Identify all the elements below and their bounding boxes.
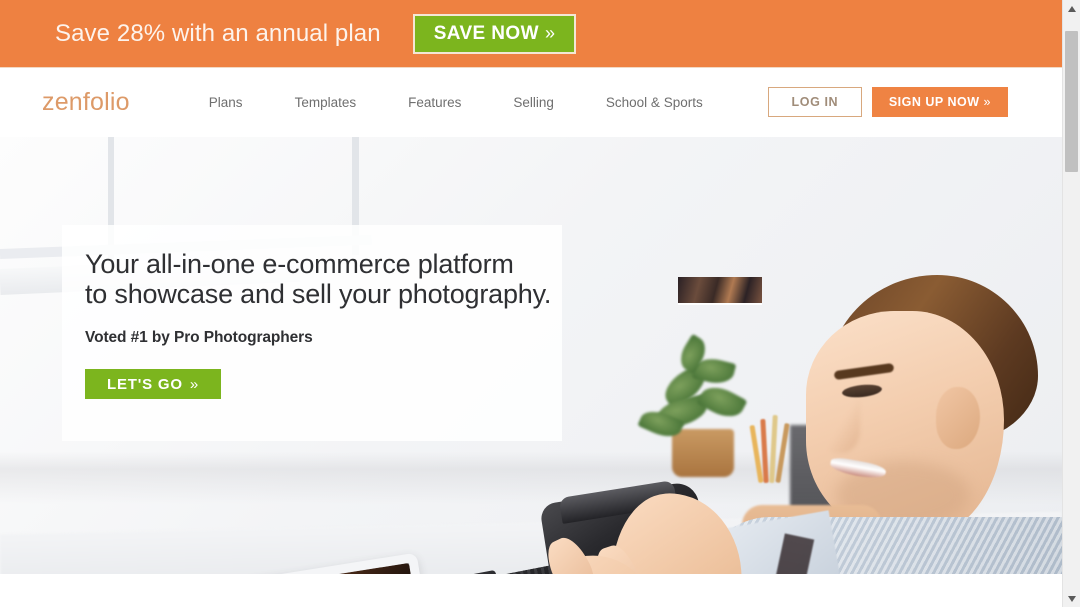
promo-banner-inner: Save 28% with an annual plan SAVE NOW »: [55, 13, 577, 54]
scrollbar-thumb[interactable]: [1065, 31, 1078, 172]
lets-go-label: LET'S GO: [107, 375, 183, 393]
nav-item-selling[interactable]: Selling: [487, 95, 580, 110]
nav-links: Plans Templates Features Selling School …: [183, 95, 729, 110]
nav-item-plans[interactable]: Plans: [183, 95, 269, 110]
chevron-right-icon: »: [544, 23, 556, 43]
log-in-button[interactable]: LOG IN: [767, 87, 862, 117]
browser-viewport: Save 28% with an annual plan SAVE NOW » …: [0, 0, 1080, 607]
scroll-up-button[interactable]: [1063, 0, 1080, 17]
nav-actions: LOG IN SIGN UP NOW »: [767, 87, 1008, 117]
scrollbar-track[interactable]: [1063, 17, 1080, 590]
promo-banner: Save 28% with an annual plan SAVE NOW »: [0, 0, 1062, 68]
hero-headline: Your all-in-one e-commerce platform to s…: [85, 249, 552, 309]
nose: [816, 395, 860, 453]
nav-item-templates[interactable]: Templates: [269, 95, 383, 110]
zenfolio-logo[interactable]: zenfolio: [42, 88, 130, 117]
hero-section: CHRIS PHOTOGRAPHY Your all-in-one e-comm…: [0, 137, 1062, 574]
chevron-right-icon: »: [983, 95, 991, 109]
scroll-down-button[interactable]: [1063, 590, 1080, 607]
save-now-label: SAVE NOW: [433, 22, 539, 44]
hero-content: Your all-in-one e-commerce platform to s…: [85, 249, 605, 399]
triangle-up-icon: [1067, 5, 1076, 12]
nav-item-features[interactable]: Features: [382, 95, 487, 110]
nav-item-school-and-sports[interactable]: School & Sports: [580, 95, 729, 110]
main-navbar: zenfolio Plans Templates Features Sellin…: [0, 68, 1062, 137]
save-now-button[interactable]: SAVE NOW »: [412, 13, 577, 54]
vertical-scrollbar[interactable]: [1062, 0, 1080, 607]
wall-picture-frame: [678, 277, 762, 305]
pencil: [775, 422, 790, 484]
plant-leaf: [696, 380, 748, 424]
plant-pot: [672, 429, 734, 477]
hero-subhead: Voted #1 by Pro Photographers: [85, 329, 313, 346]
sign-up-now-label: SIGN UP NOW: [888, 95, 980, 109]
promo-text: Save 28% with an annual plan: [55, 19, 381, 47]
sign-up-now-button[interactable]: SIGN UP NOW »: [871, 87, 1008, 117]
below-fold-area: [0, 574, 1062, 607]
lets-go-button[interactable]: LET'S GO »: [85, 369, 221, 399]
page-content: Save 28% with an annual plan SAVE NOW » …: [0, 0, 1062, 607]
pencil-cup: [749, 414, 792, 485]
triangle-down-icon: [1067, 595, 1076, 602]
chevron-right-icon: »: [189, 375, 199, 393]
